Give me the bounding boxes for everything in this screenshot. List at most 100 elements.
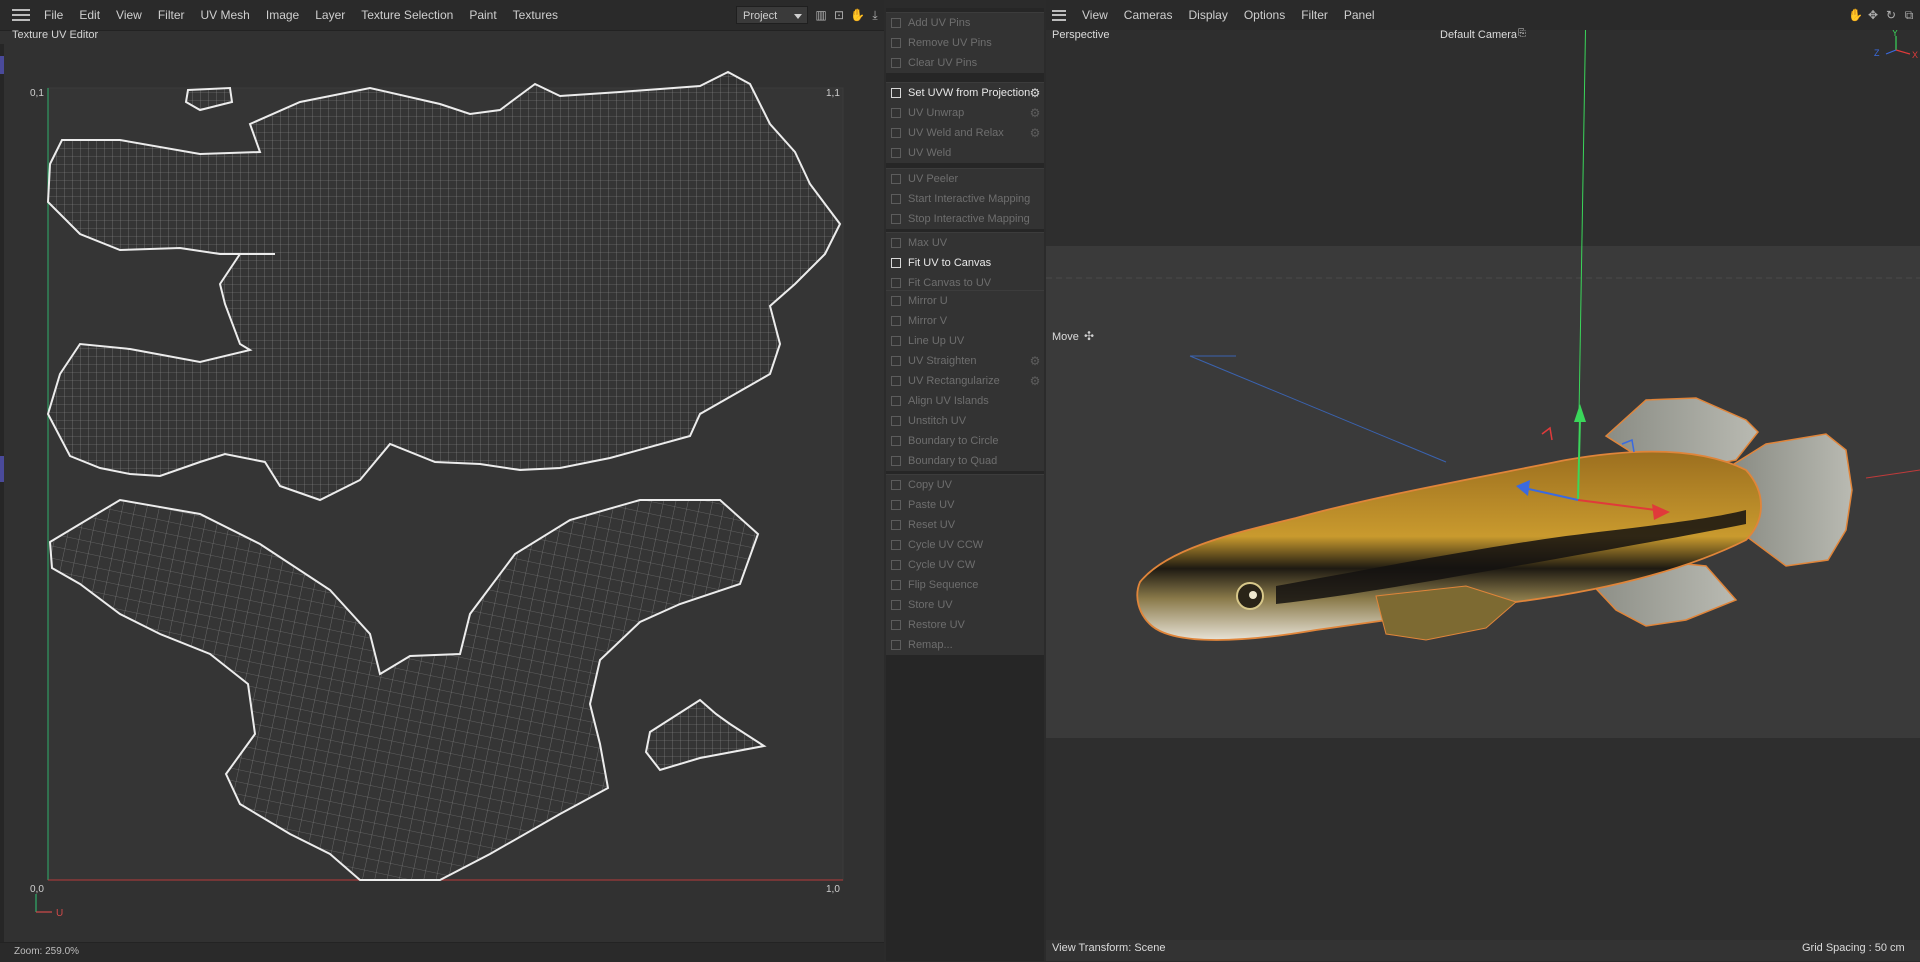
vp-menu-view[interactable]: View — [1074, 0, 1116, 30]
gear-icon[interactable]: ⚙ — [1029, 375, 1041, 387]
vp-menu-display[interactable]: Display — [1180, 0, 1235, 30]
stop-icon — [891, 214, 901, 224]
viewport-canvas[interactable]: Y Z X — [1046, 30, 1920, 940]
camera-icon[interactable]: ⎘ — [1518, 28, 1526, 39]
line-up-icon — [891, 336, 901, 346]
gear-icon[interactable]: ⚙ — [1029, 355, 1041, 367]
command-label: Align UV Islands — [908, 395, 989, 407]
gear-icon[interactable]: ⚙ — [1029, 107, 1041, 119]
axis-x-label: X — [1912, 50, 1918, 60]
command-cycle-uv-ccw[interactable]: Cycle UV CCW — [886, 535, 1044, 555]
download-icon[interactable]: ⤓ — [868, 8, 882, 22]
rectangularize-icon — [891, 376, 901, 386]
vp-menu-panel[interactable]: Panel — [1336, 0, 1383, 30]
command-boundary-to-quad[interactable]: Boundary to Quad — [886, 451, 1044, 471]
hand-pan-icon[interactable]: ✋ — [850, 8, 865, 22]
mode-select[interactable]: Project — [736, 6, 808, 24]
menu-textures[interactable]: Textures — [505, 0, 566, 30]
clear-icon — [891, 58, 901, 68]
command-label: Paste UV — [908, 499, 955, 511]
chevron-down-icon — [794, 14, 802, 19]
gear-icon[interactable]: ⚙ — [1029, 127, 1041, 139]
menu-edit[interactable]: Edit — [71, 0, 108, 30]
remap-icon — [891, 640, 901, 650]
command-group: Set UVW from Projection ⚙ UV Unwrap ⚙ UV Wel… — [886, 82, 1044, 163]
command-unstitch-uv[interactable]: Unstitch UV — [886, 411, 1044, 431]
command-uv-unwrap[interactable]: UV Unwrap ⚙ — [886, 103, 1044, 123]
panel-title: Texture UV Editor — [12, 29, 99, 41]
camera-label[interactable]: Default Camera — [1440, 29, 1517, 41]
hamburger-menu-icon[interactable] — [12, 9, 30, 21]
uv-canvas[interactable]: 0,1 1,1 0,0 1,0 U — [0, 44, 884, 942]
grid-spacing-readout: Grid Spacing : 50 cm — [1802, 942, 1905, 954]
command-add-uv-pins[interactable]: Add UV Pins — [886, 13, 1044, 33]
command-remove-uv-pins[interactable]: Remove UV Pins — [886, 33, 1044, 53]
command-label: Cycle UV CW — [908, 559, 976, 571]
command-reset-uv[interactable]: Reset UV — [886, 515, 1044, 535]
hamburger-menu-icon[interactable] — [1052, 9, 1066, 21]
command-max-uv[interactable]: Max UV — [886, 233, 1044, 253]
command-label: Clear UV Pins — [908, 57, 978, 69]
vp-menu-options[interactable]: Options — [1236, 0, 1293, 30]
menu-view[interactable]: View — [108, 0, 150, 30]
command-group: UV Peeler Start Interactive Mapping Stop I… — [886, 168, 1044, 229]
command-paste-uv[interactable]: Paste UV — [886, 495, 1044, 515]
command-start-interactive-mapping[interactable]: Start Interactive Mapping — [886, 189, 1044, 209]
command-clear-uv-pins[interactable]: Clear UV Pins — [886, 53, 1044, 73]
menu-uv-mesh[interactable]: UV Mesh — [193, 0, 258, 30]
corner-label-bottom-right: 1,0 — [826, 884, 840, 895]
command-remap[interactable]: Remap... — [886, 635, 1044, 655]
maximize-icon[interactable]: ⧉ — [1902, 8, 1916, 22]
hand-pan-icon[interactable]: ✋ — [1848, 8, 1863, 22]
command-store-uv[interactable]: Store UV — [886, 595, 1044, 615]
command-fit-uv-to-canvas[interactable]: Fit UV to Canvas — [886, 253, 1044, 273]
fit-canvas-icon — [891, 278, 901, 288]
projection-label[interactable]: Perspective — [1052, 29, 1109, 41]
move-view-icon[interactable]: ✥ — [1866, 8, 1880, 22]
command-label: Unstitch UV — [908, 415, 967, 427]
histogram-icon[interactable]: ▥ — [814, 8, 828, 22]
command-uv-peeler[interactable]: UV Peeler — [886, 169, 1044, 189]
viewport-menubar: View Cameras Display Options Filter Pane… — [1046, 0, 1920, 31]
corner-label-top-left: 0,1 — [30, 88, 44, 99]
command-mirror-v[interactable]: Mirror V — [886, 311, 1044, 331]
menu-paint[interactable]: Paint — [461, 0, 504, 30]
command-line-up-uv[interactable]: Line Up UV — [886, 331, 1044, 351]
menu-filter[interactable]: Filter — [150, 0, 193, 30]
command-uv-weld-and-relax[interactable]: UV Weld and Relax ⚙ — [886, 123, 1044, 143]
command-cycle-uv-cw[interactable]: Cycle UV CW — [886, 555, 1044, 575]
axis-y-label: Y — [1892, 30, 1898, 38]
command-boundary-to-circle[interactable]: Boundary to Circle — [886, 431, 1044, 451]
rotate-view-icon[interactable]: ↻ — [1884, 8, 1898, 22]
weld-relax-icon — [891, 128, 901, 138]
unstitch-icon — [891, 416, 901, 426]
move-icon: ✣ — [1084, 329, 1095, 343]
command-flip-sequence[interactable]: Flip Sequence — [886, 575, 1044, 595]
vp-menu-cameras[interactable]: Cameras — [1116, 0, 1181, 30]
circle-icon — [891, 436, 901, 446]
command-restore-uv[interactable]: Restore UV — [886, 615, 1044, 635]
play-icon — [891, 194, 901, 204]
command-uv-weld[interactable]: UV Weld — [886, 143, 1044, 163]
command-mirror-u[interactable]: Mirror U — [886, 291, 1044, 311]
menu-layer[interactable]: Layer — [307, 0, 353, 30]
command-copy-uv[interactable]: Copy UV — [886, 475, 1044, 495]
mirror-u-icon — [891, 296, 901, 306]
command-label: Cycle UV CCW — [908, 539, 984, 551]
gear-icon[interactable]: ⚙ — [1029, 87, 1041, 99]
command-label: Set UVW from Projection — [908, 87, 1031, 99]
vp-menu-filter[interactable]: Filter — [1293, 0, 1336, 30]
command-uv-rectangularize[interactable]: UV Rectangularize ⚙ — [886, 371, 1044, 391]
axis-u-label: U — [56, 908, 63, 919]
command-align-uv-islands[interactable]: Align UV Islands — [886, 391, 1044, 411]
weld-icon — [891, 148, 901, 158]
command-set-uvw-from-projection[interactable]: Set UVW from Projection ⚙ — [886, 83, 1044, 103]
menu-file[interactable]: File — [36, 0, 71, 30]
background-lower — [1046, 738, 1920, 940]
projection-icon — [891, 88, 901, 98]
menu-texture-selection[interactable]: Texture Selection — [353, 0, 461, 30]
lock-icon[interactable]: ⊡ — [832, 8, 846, 22]
command-stop-interactive-mapping[interactable]: Stop Interactive Mapping — [886, 209, 1044, 229]
menu-image[interactable]: Image — [258, 0, 307, 30]
command-uv-straighten[interactable]: UV Straighten ⚙ — [886, 351, 1044, 371]
